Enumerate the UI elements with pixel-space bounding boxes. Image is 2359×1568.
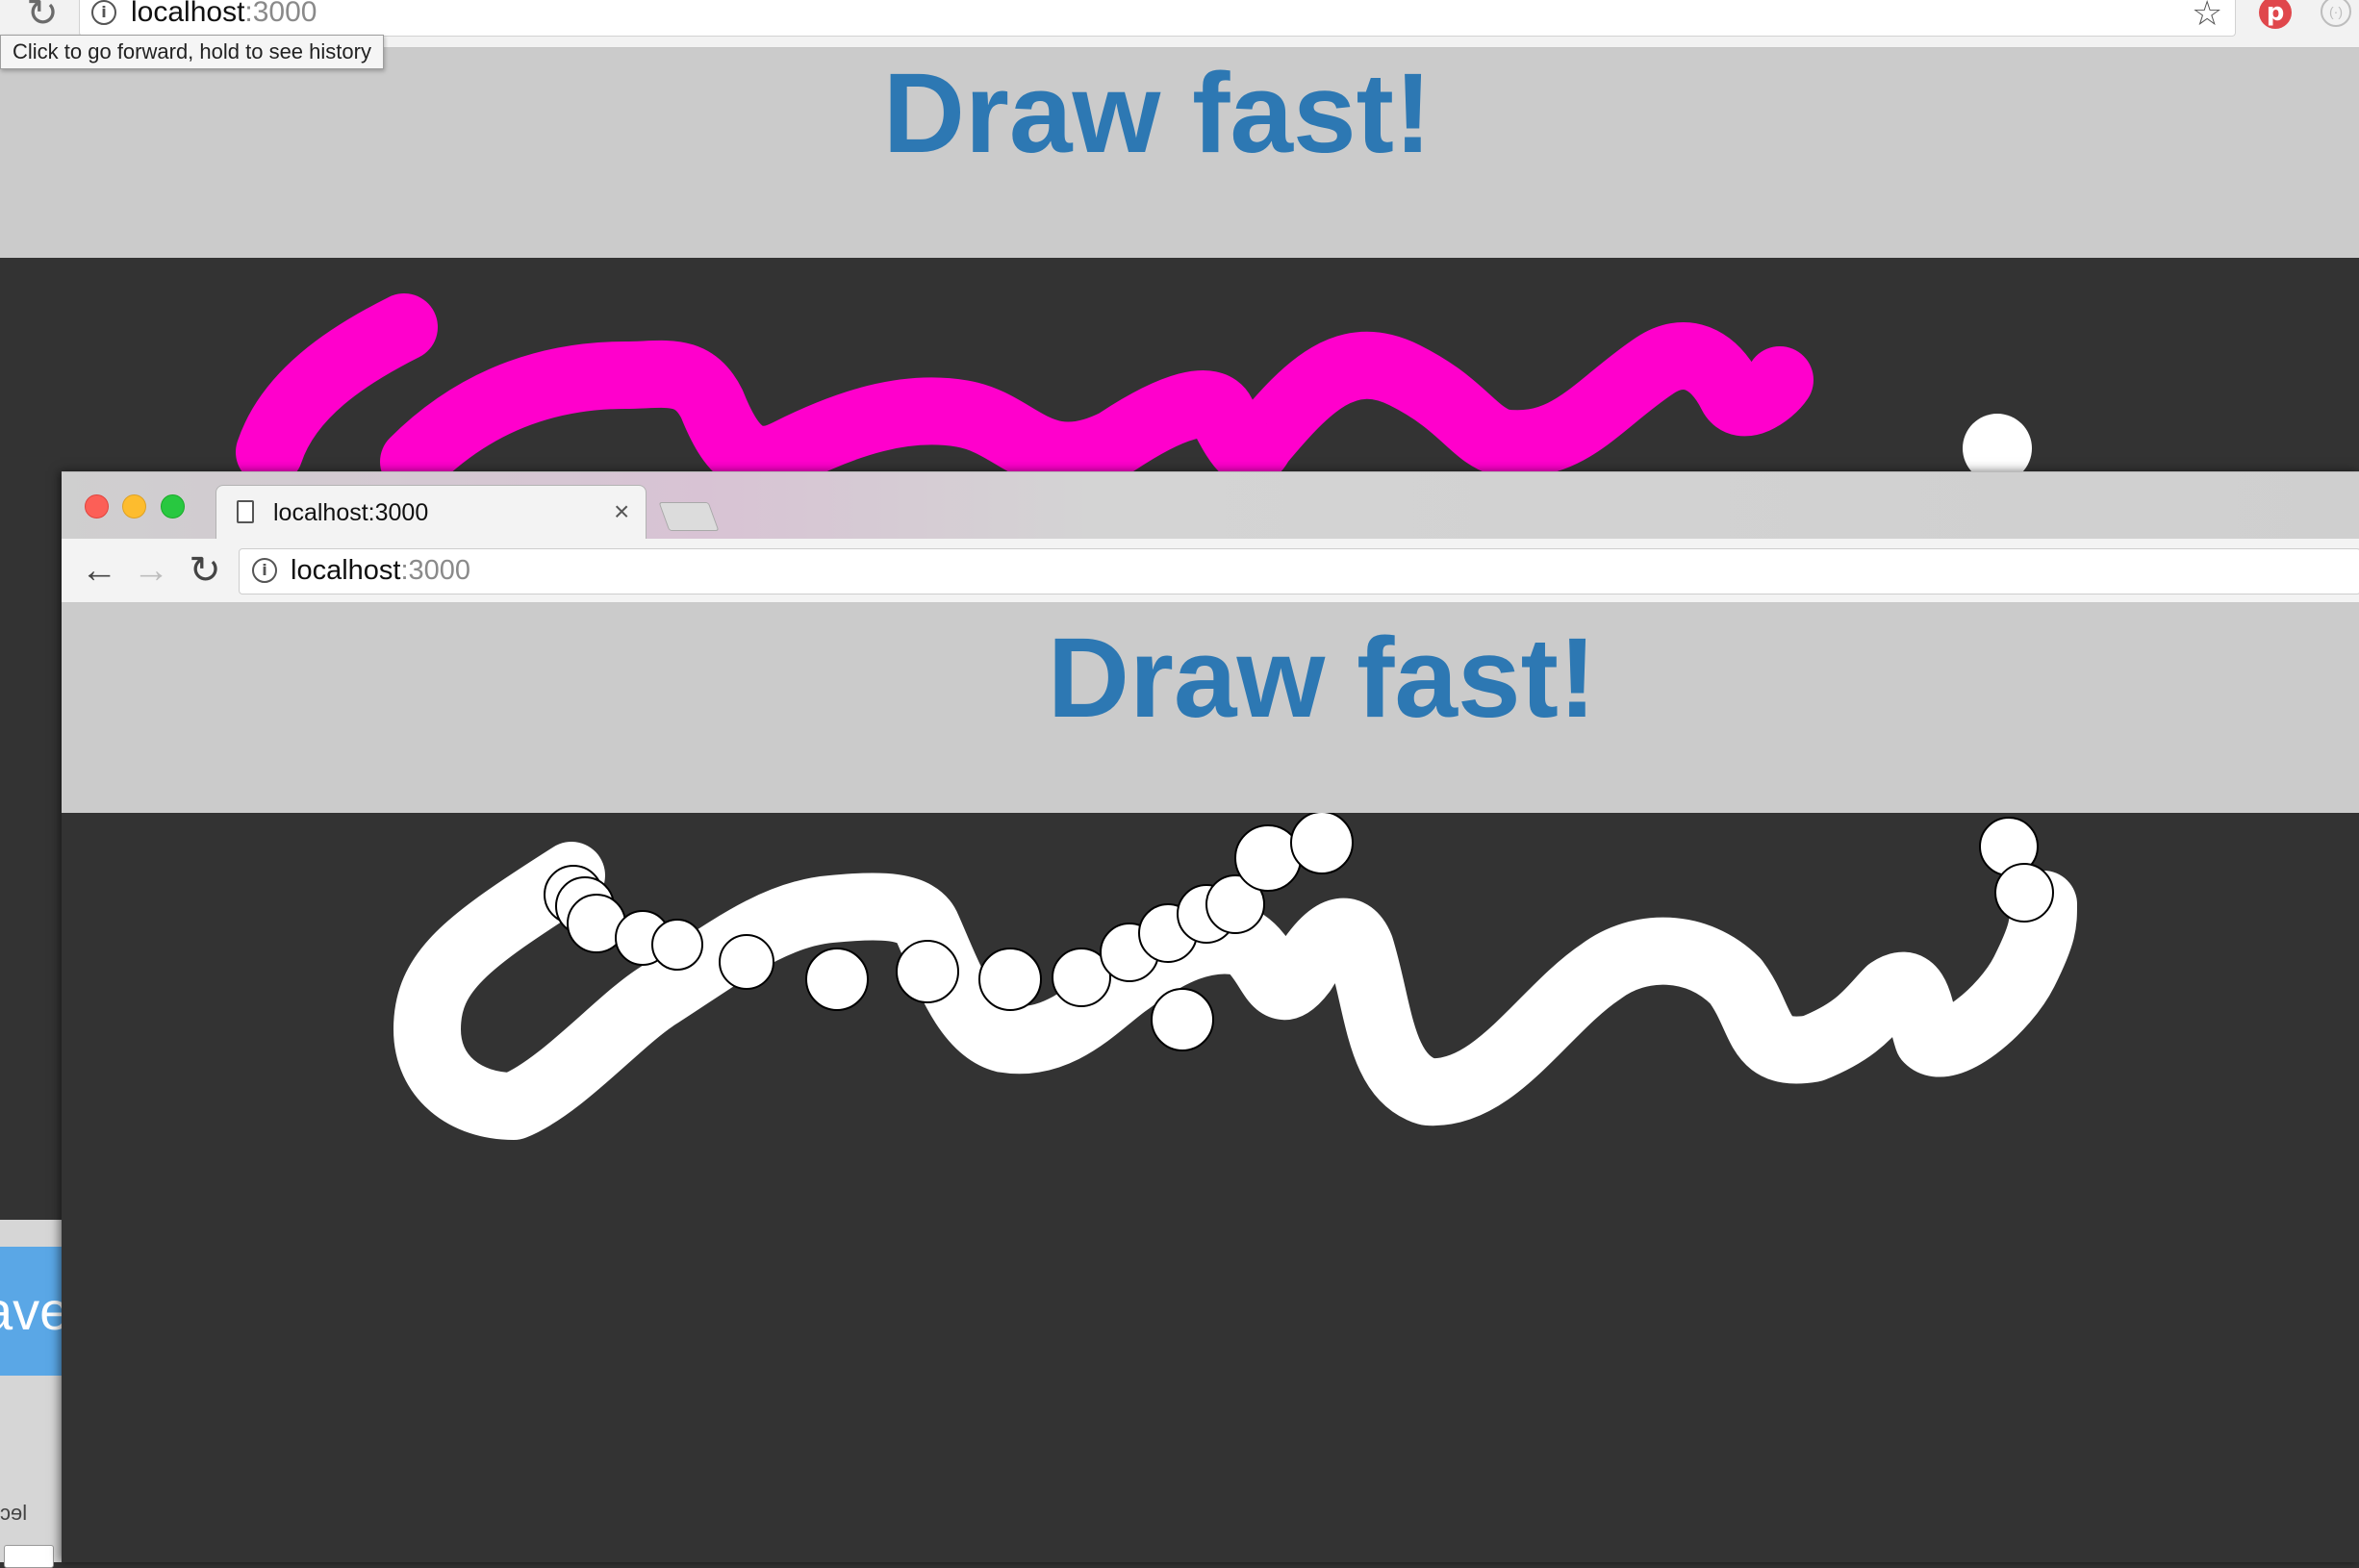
tooltip: Click to go forward, hold to see history: [0, 35, 384, 69]
left-partial-label: ɔɘl: [0, 1501, 28, 1525]
save-button[interactable]: ave: [0, 1247, 62, 1376]
front-page-title: Draw fast!: [1047, 615, 1597, 742]
left-partial-input[interactable]: [4, 1545, 54, 1568]
magenta-stroke: [236, 293, 1814, 495]
front-browser-window: localhost:3000 × ← → ↻ i localhost:3000: [62, 471, 2359, 1562]
